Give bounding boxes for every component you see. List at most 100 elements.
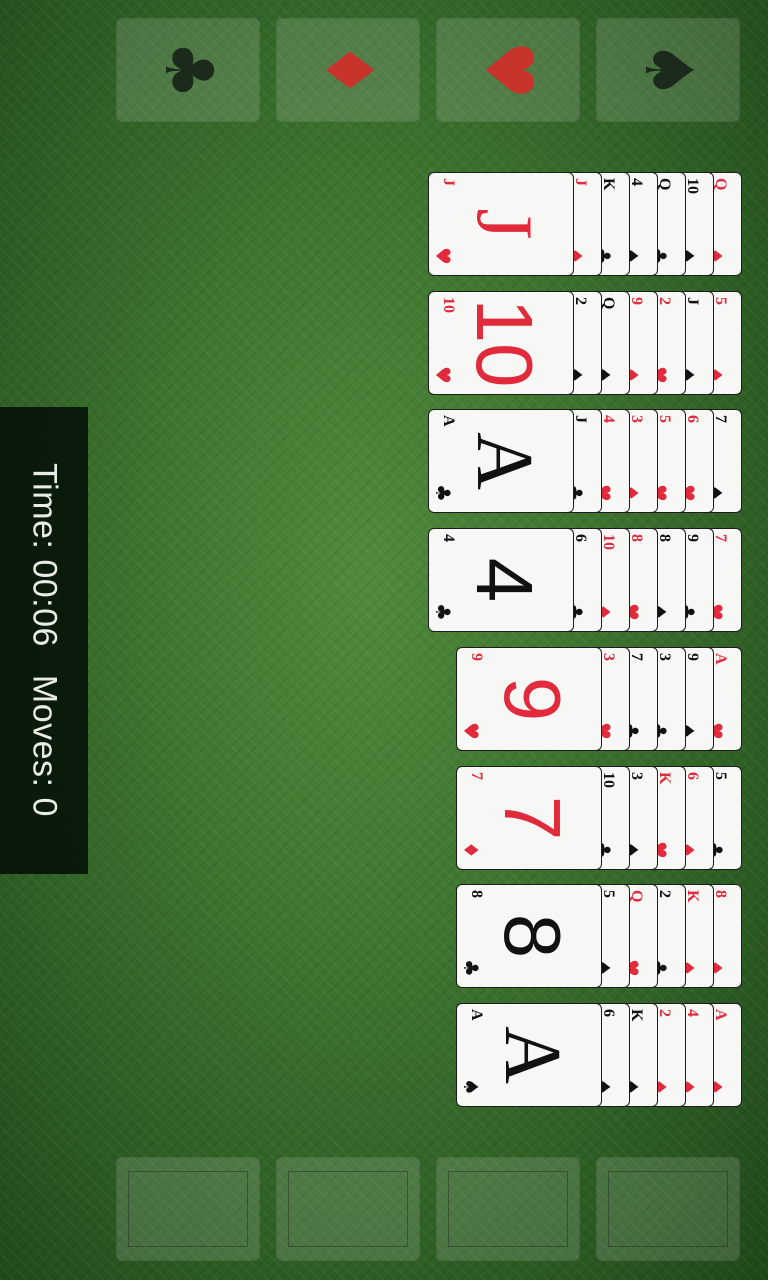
card-rank: 8: [656, 534, 673, 542]
time-label: Time: 00:06: [25, 463, 64, 647]
card-rank: 10: [684, 178, 701, 194]
free-cell[interactable]: [596, 1157, 740, 1261]
card-rank: 3: [656, 653, 673, 661]
card-rank: Q: [656, 178, 673, 191]
card-rank: 7: [628, 653, 645, 661]
card-rank: K: [684, 890, 701, 903]
playing-card[interactable]: 4 ♣ 4: [428, 528, 574, 632]
tableau-column-8: A ♦ 4 ♦ 2 ♦ K ♠ 6 ♠ A ♠ A: [0, 1003, 768, 1107]
card-rank: 9: [684, 534, 701, 542]
card-rank: 9: [628, 297, 645, 305]
playing-card[interactable]: A ♠ A: [456, 1003, 602, 1107]
card-rank: Q: [600, 297, 617, 310]
card-rank: 3: [628, 772, 645, 780]
free-cell-outline: [128, 1171, 248, 1247]
card-rank: 6: [684, 415, 701, 423]
card-rank: 9: [468, 653, 485, 661]
card-rank: 10: [600, 772, 617, 788]
tableau-column-5: A ♥ 9 ♠ 3 ♣ 7 ♣ 3 ♥ 9 ♥ 9: [0, 647, 768, 751]
spades-icon: ♠: [459, 1078, 483, 1096]
card-rank: J: [684, 297, 701, 305]
card-center-rank: 7: [487, 795, 577, 841]
free-cell[interactable]: [116, 1157, 260, 1261]
tableau-column-3: 7 ♠ 6 ♥ 5 ♥ 3 ♦ 4 ♥ J ♣ A ♣ A: [0, 409, 768, 513]
card-center-rank: 8: [487, 913, 577, 959]
card-rank: 6: [684, 772, 701, 780]
diamonds-icon: ♦: [310, 40, 387, 100]
free-cell-outline: [608, 1171, 728, 1247]
hearts-icon: ♥: [431, 247, 455, 265]
clubs-icon: ♣: [150, 40, 227, 100]
card-rank: 8: [712, 890, 729, 898]
card-rank: A: [440, 415, 457, 427]
playing-card[interactable]: 9 ♥ 9: [456, 647, 602, 751]
card-rank: 2: [656, 890, 673, 898]
card-rank: 9: [684, 653, 701, 661]
card-center-rank: 10: [459, 298, 549, 388]
free-cell[interactable]: [436, 1157, 580, 1261]
foundation-slot-spades[interactable]: ♠: [596, 18, 740, 122]
card-rank: 2: [656, 1009, 673, 1017]
status-text: Time: 00:06 Moves: 0: [25, 463, 64, 817]
card-rank: 4: [440, 534, 457, 542]
card-rank: 5: [712, 772, 729, 780]
moves-label: Moves: 0: [25, 674, 64, 817]
card-rank: 10: [440, 297, 457, 313]
playing-card[interactable]: J ♥ J: [428, 172, 574, 276]
card-center-rank: 4: [459, 557, 549, 603]
card-rank: 5: [712, 297, 729, 305]
card-rank: 10: [600, 534, 617, 550]
card-rank: 3: [628, 415, 645, 423]
card-center-rank: A: [459, 432, 548, 490]
foundation-slot-diamonds[interactable]: ♦: [276, 18, 420, 122]
free-cell-outline: [288, 1171, 408, 1247]
card-center-rank: A: [487, 1026, 576, 1084]
card-rank: A: [712, 1009, 729, 1021]
diamonds-icon: ♦: [459, 841, 483, 859]
tableau-column-4: 7 ♥ 9 ♣ 8 ♠ 8 ♥ 10 ♦ 6 ♣ 4 ♣ 4: [0, 528, 768, 632]
card-rank: A: [712, 653, 729, 665]
clubs-icon: ♣: [431, 484, 455, 502]
card-rank: 4: [600, 415, 617, 423]
card-rank: 4: [684, 1009, 701, 1017]
card-center-rank: 9: [487, 676, 577, 722]
free-cell[interactable]: [276, 1157, 420, 1261]
clubs-icon: ♣: [431, 603, 455, 621]
card-rank: Q: [628, 890, 645, 903]
tableau-column-6: 5 ♣ 6 ♦ K ♥ 3 ♠ 10 ♣ 7 ♦ 7: [0, 766, 768, 870]
card-rank: J: [572, 178, 589, 186]
card-rank: J: [440, 178, 457, 186]
hearts-icon: ♥: [431, 366, 455, 384]
clubs-icon: ♣: [459, 959, 483, 977]
tableau-column-1: Q ♦ 10 ♠ Q ♣ 4 ♠ K ♣ J ♦ J ♥ J: [0, 172, 768, 276]
playing-card[interactable]: 7 ♦ 7: [456, 766, 602, 870]
playing-card[interactable]: 10 ♥ 10: [428, 291, 574, 395]
card-rank: 4: [628, 178, 645, 186]
hearts-icon: ♥: [459, 722, 483, 740]
card-rank: 7: [468, 772, 485, 780]
hearts-icon: ♥: [470, 40, 547, 100]
foundation-slot-clubs[interactable]: ♣: [116, 18, 260, 122]
playing-card[interactable]: 8 ♣ 8: [456, 884, 602, 988]
card-rank: 7: [712, 415, 729, 423]
playing-card[interactable]: A ♣ A: [428, 409, 574, 513]
card-rank: J: [572, 415, 589, 423]
card-rank: Q: [712, 178, 729, 191]
spades-icon: ♠: [630, 40, 707, 100]
card-rank: 6: [572, 534, 589, 542]
card-rank: 8: [628, 534, 645, 542]
card-rank: A: [468, 1009, 485, 1021]
card-rank: 2: [572, 297, 589, 305]
free-cell-outline: [448, 1171, 568, 1247]
tableau-column-2: 5 ♦ J ♠ 2 ♥ 9 ♦ Q ♠ 2 ♠ 10 ♥ 10: [0, 291, 768, 395]
card-rank: K: [600, 178, 617, 191]
card-center-rank: J: [459, 208, 548, 240]
card-rank: 2: [656, 297, 673, 305]
card-rank: K: [656, 772, 673, 785]
card-rank: 8: [468, 890, 485, 898]
card-rank: K: [628, 1009, 645, 1022]
foundation-slot-hearts[interactable]: ♥: [436, 18, 580, 122]
card-rank: 5: [656, 415, 673, 423]
card-rank: 7: [712, 534, 729, 542]
card-rank: 6: [600, 1009, 617, 1017]
